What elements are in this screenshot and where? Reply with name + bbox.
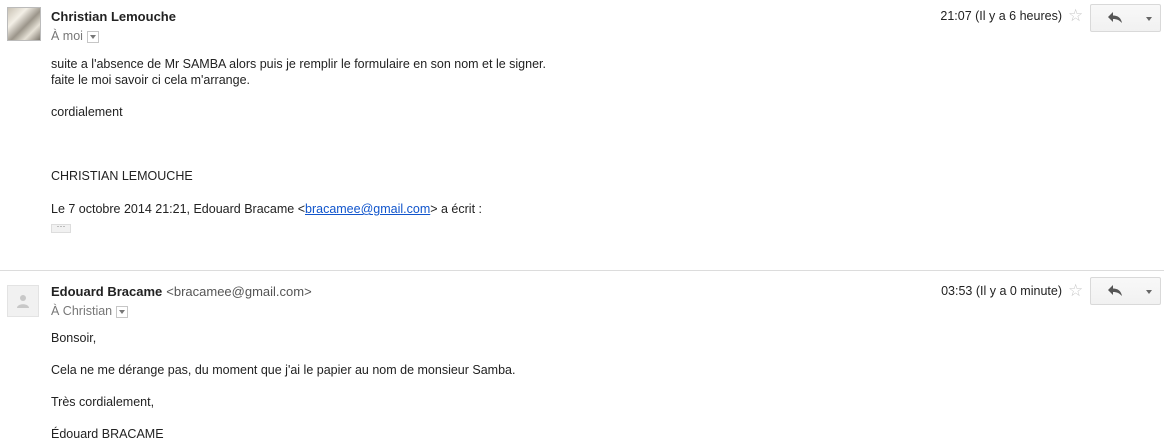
body-line: Édouard BRACAME [51, 427, 164, 441]
more-options-button[interactable] [1138, 4, 1161, 32]
message-edouard: Edouard Bracame <bracamee@gmail.com> À Ch… [0, 271, 1172, 448]
quote-header: Le 7 octobre 2014 21:21, Edouard Bracame… [51, 201, 546, 217]
body-line: Bonsoir, [51, 331, 97, 345]
sender-avatar[interactable] [7, 285, 39, 317]
body-line: Très cordialement, [51, 395, 155, 409]
star-icon[interactable]: ☆ [1068, 282, 1083, 299]
quote-suffix: > a écrit : [430, 202, 482, 216]
recipient-label: À moi [51, 29, 83, 43]
sender-name[interactable]: Christian Lemouche [51, 9, 176, 24]
star-icon[interactable]: ☆ [1068, 7, 1083, 24]
message-time: 03:53 (Il y a 0 minute) [941, 284, 1062, 298]
body-line: CHRISTIAN LEMOUCHE [51, 169, 193, 183]
reply-button[interactable] [1090, 4, 1140, 32]
reply-icon [1108, 285, 1122, 296]
body-line: faite le moi savoir ci cela m'arrange. [51, 73, 250, 87]
reply-button[interactable] [1090, 277, 1140, 305]
sender-name: Edouard Bracame [51, 284, 163, 299]
person-icon [17, 295, 29, 308]
message-body: Bonsoir, Cela ne me dérange pas, du mome… [51, 330, 515, 442]
reply-button-group [1090, 277, 1161, 305]
recipient-label: À Christian [51, 304, 113, 318]
body-line: Cela ne me dérange pas, du moment que j'… [51, 363, 516, 377]
recipient-details-chevron-icon[interactable] [86, 30, 99, 43]
body-line: suite a l'absence de Mr SAMBA alors puis… [51, 57, 546, 71]
quote-email-link[interactable]: bracamee@gmail.com [305, 202, 430, 216]
recipient-line[interactable]: À moi [51, 29, 99, 43]
message-body: suite a l'absence de Mr SAMBA alors puis… [51, 56, 546, 217]
sender-email: <bracamee@gmail.com> [166, 284, 312, 299]
message-time: 21:07 (Il y a 6 heures) [940, 9, 1062, 23]
reply-icon [1108, 12, 1122, 23]
sender[interactable]: Edouard Bracame <bracamee@gmail.com> [51, 284, 312, 299]
body-line: cordialement [51, 105, 123, 119]
quote-prefix: Le 7 octobre 2014 21:21, Edouard Bracame… [51, 202, 305, 216]
show-trimmed-content-button[interactable]: ··· [51, 222, 71, 233]
recipient-line[interactable]: À Christian [51, 304, 129, 318]
reply-button-group [1090, 4, 1161, 32]
sender-avatar[interactable] [7, 7, 41, 41]
message-christian: Christian Lemouche À moi 21:07 (Il y a 6… [0, 0, 1172, 262]
more-options-button[interactable] [1138, 277, 1161, 305]
recipient-details-chevron-icon[interactable] [116, 305, 129, 318]
